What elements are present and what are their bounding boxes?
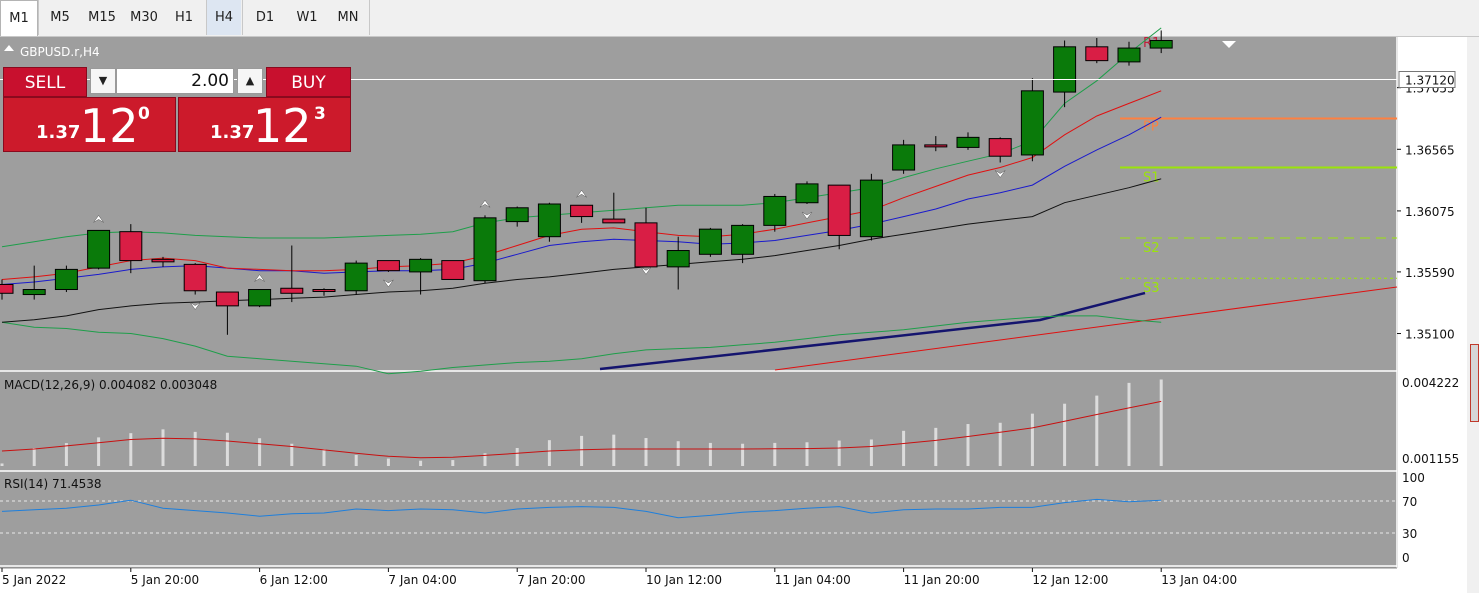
- buy-price-fraction: 3: [314, 104, 326, 124]
- candle-bull: [344, 262, 368, 292]
- time-tick-label: 7 Jan 20:00: [517, 573, 585, 587]
- buy-price-prefix: 1.37: [210, 122, 255, 143]
- right-gutter: [1467, 37, 1479, 593]
- candle-bull: [1053, 46, 1077, 93]
- candle-bull: [537, 203, 561, 238]
- sell-button[interactable]: SELL: [3, 67, 87, 97]
- right-scroll-handle[interactable]: [1470, 344, 1479, 422]
- rsi-tick-label: 0: [1402, 551, 1410, 565]
- candle-bear: [570, 204, 594, 218]
- candle-bull: [87, 229, 111, 269]
- candle-bull: [1020, 90, 1044, 156]
- pivot-pp-label: PP: [1143, 119, 1159, 134]
- candle-bull: [22, 289, 46, 296]
- time-tick-label: 5 Jan 2022: [2, 573, 66, 587]
- candle-bear: [1085, 46, 1109, 62]
- rsi-tick-label: 100: [1402, 471, 1425, 485]
- buy-button[interactable]: BUY: [266, 67, 351, 97]
- candle-bear: [183, 263, 207, 292]
- candle-bear: [376, 260, 400, 272]
- one-click-trading-panel: SELL ▼ ▲ BUY 1.37 12 0 1.37 12 3: [3, 67, 351, 152]
- candle-bull: [473, 217, 497, 282]
- time-axis-background: [0, 568, 1467, 593]
- current-price-label: 1.37120: [1405, 74, 1455, 88]
- time-tick-label: 13 Jan 04:00: [1161, 573, 1237, 587]
- candle-bull: [698, 228, 722, 255]
- time-tick-label: 5 Jan 20:00: [131, 573, 199, 587]
- candle-bear: [119, 231, 143, 262]
- candle-bull: [795, 183, 819, 204]
- price-scale-background: [1398, 37, 1467, 570]
- chart-symbol-label: GBPUSD.r,H4: [20, 45, 100, 59]
- candle-bear: [280, 287, 304, 294]
- time-tick-label: 6 Jan 12:00: [260, 573, 328, 587]
- sell-price-display[interactable]: 1.37 12 0: [3, 97, 176, 152]
- time-tick-label: 7 Jan 04:00: [388, 573, 456, 587]
- candle-bear: [602, 218, 626, 224]
- candle-bull: [763, 195, 787, 226]
- price-tick-label: 1.36075: [1405, 205, 1455, 219]
- candle-bear: [634, 222, 658, 268]
- candle-bear: [988, 138, 1012, 157]
- buy-price-display[interactable]: 1.37 12 3: [178, 97, 351, 152]
- candle-bull: [409, 258, 433, 273]
- candle-bull: [54, 268, 78, 291]
- time-tick-label: 11 Jan 20:00: [904, 573, 980, 587]
- candle-bull: [505, 207, 529, 223]
- candle-bull: [892, 144, 916, 171]
- candle-bull: [248, 289, 272, 307]
- sell-price-fraction: 0: [138, 104, 150, 124]
- candle-bull: [1117, 47, 1141, 63]
- candle-bull: [731, 224, 755, 255]
- rsi-title: RSI(14) 71.4538: [4, 477, 102, 491]
- candle-bear: [827, 184, 851, 236]
- pivot-s3-label: S3: [1143, 281, 1160, 296]
- macd-tick-label-min: 0.001155: [1402, 452, 1459, 466]
- macd-tick-label-max: 0.004222: [1402, 376, 1459, 390]
- price-tick-label: 1.36565: [1405, 143, 1455, 157]
- buy-price-main: 12: [253, 99, 312, 153]
- time-tick-label: 12 Jan 12:00: [1032, 573, 1108, 587]
- lot-increase-button[interactable]: ▲: [237, 68, 263, 94]
- sell-price-prefix: 1.37: [36, 122, 81, 143]
- price-tick-label: 1.35100: [1405, 328, 1455, 342]
- candle-bear: [0, 283, 14, 294]
- candle-bear: [441, 260, 465, 280]
- sell-price-main: 12: [80, 99, 139, 153]
- lot-decrease-button[interactable]: ▼: [90, 68, 116, 94]
- candle-bull: [956, 136, 980, 148]
- price-tick-label: 1.35590: [1405, 266, 1455, 280]
- macd-title: MACD(12,26,9) 0.004082 0.003048: [4, 378, 217, 392]
- pivot-s2-label: S2: [1143, 241, 1160, 256]
- candle-bull: [859, 179, 883, 238]
- time-tick-label: 11 Jan 04:00: [775, 573, 851, 587]
- rsi-tick-label: 70: [1402, 495, 1417, 509]
- lot-size-input[interactable]: [116, 68, 234, 94]
- rsi-tick-label: 30: [1402, 527, 1417, 541]
- candle-bear: [215, 291, 239, 307]
- candle-bull: [1149, 40, 1173, 49]
- time-tick-label: 10 Jan 12:00: [646, 573, 722, 587]
- candle-bull: [666, 250, 690, 268]
- candle-bear: [151, 258, 175, 263]
- candle-bear: [924, 144, 948, 148]
- candle-bear: [312, 289, 336, 293]
